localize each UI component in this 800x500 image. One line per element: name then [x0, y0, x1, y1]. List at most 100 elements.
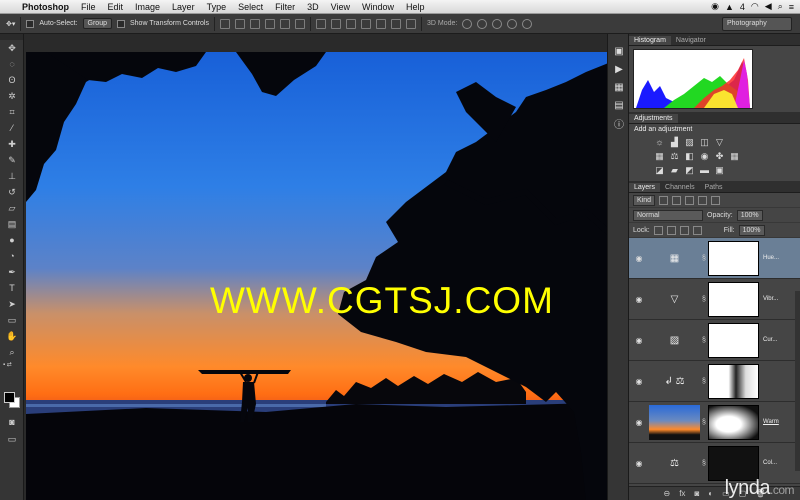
actions-panel-icon[interactable]: ▶ [608, 60, 630, 78]
rectangle-tool-icon[interactable]: ▭ [0, 312, 24, 328]
layer-mask-thumbnail[interactable] [708, 445, 759, 481]
menu-help[interactable]: Help [400, 2, 431, 12]
link-layers-icon[interactable]: ⊖ [664, 489, 671, 498]
add-mask-icon[interactable]: ◙ [694, 489, 699, 498]
workspace-dropdown[interactable]: Photography [722, 17, 792, 31]
3d-roll-icon[interactable] [477, 18, 488, 29]
eyedropper-tool-icon[interactable]: ⁄ [0, 120, 24, 136]
link-icon[interactable]: § [700, 296, 708, 303]
channel-mixer-icon[interactable]: ✤ [714, 151, 725, 161]
tab-channels[interactable]: Channels [660, 183, 700, 192]
menu-select[interactable]: Select [232, 2, 269, 12]
3d-rotate-icon[interactable] [462, 18, 473, 29]
auto-select-checkbox[interactable] [26, 19, 35, 28]
align-top-icon[interactable] [219, 18, 230, 29]
clone-stamp-tool-icon[interactable]: ⊥ [0, 168, 24, 184]
layer-row[interactable]: ◉ § Warm [629, 402, 800, 443]
auto-select-dropdown[interactable]: Group [82, 18, 112, 29]
history-brush-tool-icon[interactable]: ↺ [0, 184, 24, 200]
filter-smart-icon[interactable] [711, 195, 721, 205]
visibility-eye-icon[interactable]: ◉ [629, 418, 649, 427]
photo-filter-icon[interactable]: ◉ [699, 151, 710, 161]
layer-name[interactable]: Warm [759, 419, 779, 425]
type-tool-icon[interactable]: T [0, 280, 24, 296]
layers-scrollbar[interactable] [795, 291, 800, 471]
distribute-vcenter-icon[interactable] [330, 18, 341, 29]
filter-pixel-icon[interactable] [659, 195, 669, 205]
align-hcenter-icon[interactable] [279, 18, 290, 29]
3d-scale-icon[interactable] [522, 18, 533, 29]
document-image[interactable]: WWW.CGTSJ.COM [26, 52, 630, 500]
default-colors-icon[interactable]: ▪ ⇄ [0, 360, 24, 368]
lasso-tool-icon[interactable]: ʘ [0, 72, 24, 88]
visibility-eye-icon[interactable]: ◉ [629, 254, 649, 263]
tab-histogram[interactable]: Histogram [629, 36, 671, 45]
layer-row[interactable]: ◉ ▽ § Vibr... [629, 279, 800, 320]
align-left-icon[interactable] [264, 18, 275, 29]
curves-icon[interactable]: ▨ [684, 137, 695, 147]
tab-adjustments[interactable]: Adjustments [629, 114, 678, 123]
blur-tool-icon[interactable]: ● [0, 232, 24, 248]
distribute-left-icon[interactable] [360, 18, 371, 29]
threshold-icon[interactable]: ◩ [684, 165, 695, 175]
info-panel-icon[interactable]: ⓘ [608, 114, 630, 132]
brush-presets-icon[interactable]: ▦ [608, 78, 630, 96]
gradient-tool-icon[interactable]: ▤ [0, 216, 24, 232]
gradient-map-icon[interactable]: ▬ [699, 165, 710, 175]
volume-icon[interactable]: ◀ [765, 1, 772, 12]
align-bottom-icon[interactable] [249, 18, 260, 29]
menu-app-name[interactable]: Photoshop [20, 2, 75, 12]
layer-image-thumbnail[interactable] [649, 404, 700, 440]
menu-window[interactable]: Window [356, 2, 400, 12]
distribute-bottom-icon[interactable] [345, 18, 356, 29]
layer-mask-thumbnail[interactable] [708, 281, 759, 317]
filter-adjustment-icon[interactable] [672, 195, 682, 205]
hand-tool-icon[interactable]: ✋ [0, 328, 24, 344]
menu-edit[interactable]: Edit [102, 2, 130, 12]
menu-layer[interactable]: Layer [166, 2, 201, 12]
quick-mask-icon[interactable]: ◙ [0, 414, 24, 430]
layer-name[interactable]: Hue... [759, 255, 779, 261]
auto-align-icon[interactable] [405, 18, 416, 29]
path-select-tool-icon[interactable]: ➤ [0, 296, 24, 312]
visibility-eye-icon[interactable]: ◉ [629, 377, 649, 386]
link-icon[interactable]: § [700, 460, 708, 467]
exposure-icon[interactable]: ◫ [699, 137, 710, 147]
3d-pan-icon[interactable] [492, 18, 503, 29]
properties-panel-icon[interactable]: ▤ [608, 96, 630, 114]
document-canvas-area[interactable]: WWW.CGTSJ.COM [24, 34, 630, 500]
show-transform-checkbox[interactable] [117, 19, 125, 28]
menu-image[interactable]: Image [129, 2, 166, 12]
layer-row[interactable]: ◉ ▦ § Hue... [629, 238, 800, 279]
opacity-field[interactable]: 100% [736, 209, 763, 221]
quick-select-tool-icon[interactable]: ✲ [0, 88, 24, 104]
healing-brush-tool-icon[interactable]: ✚ [0, 136, 24, 152]
link-icon[interactable]: § [700, 337, 708, 344]
layer-style-icon[interactable]: fx [679, 489, 685, 498]
screen-mode-icon[interactable]: ▭ [0, 431, 24, 447]
move-tool-icon[interactable]: ✥▾ [6, 20, 15, 28]
wifi-icon[interactable]: ◠ [751, 1, 759, 12]
selective-color-icon[interactable]: ▣ [714, 165, 725, 175]
lock-transparent-icon[interactable] [653, 225, 663, 235]
lock-all-icon[interactable] [692, 225, 702, 235]
fill-field[interactable]: 100% [738, 224, 765, 236]
color-lookup-icon[interactable]: ▦ [729, 151, 740, 161]
eraser-tool-icon[interactable]: ▱ [0, 200, 24, 216]
posterize-icon[interactable]: ▰ [669, 165, 680, 175]
brightness-contrast-icon[interactable]: ☼ [654, 137, 665, 147]
adobe-icon[interactable]: ▲ [725, 2, 734, 12]
visibility-eye-icon[interactable]: ◉ [629, 336, 649, 345]
filter-shape-icon[interactable] [698, 195, 708, 205]
color-balance-icon[interactable]: ⚖ [669, 151, 680, 161]
creative-cloud-icon[interactable]: ◉ [711, 1, 719, 12]
align-vcenter-icon[interactable] [234, 18, 245, 29]
hue-saturation-icon[interactable]: ▦ [654, 151, 665, 161]
filter-kind-dropdown[interactable]: Kind [633, 194, 656, 206]
distribute-right-icon[interactable] [390, 18, 401, 29]
foreground-color-swatch[interactable] [4, 392, 15, 403]
move-tool-icon[interactable]: ✥ [0, 40, 24, 56]
lock-image-icon[interactable] [666, 225, 676, 235]
layer-name[interactable]: Col... [759, 460, 777, 466]
marquee-tool-icon[interactable]: ◌ [0, 56, 24, 72]
